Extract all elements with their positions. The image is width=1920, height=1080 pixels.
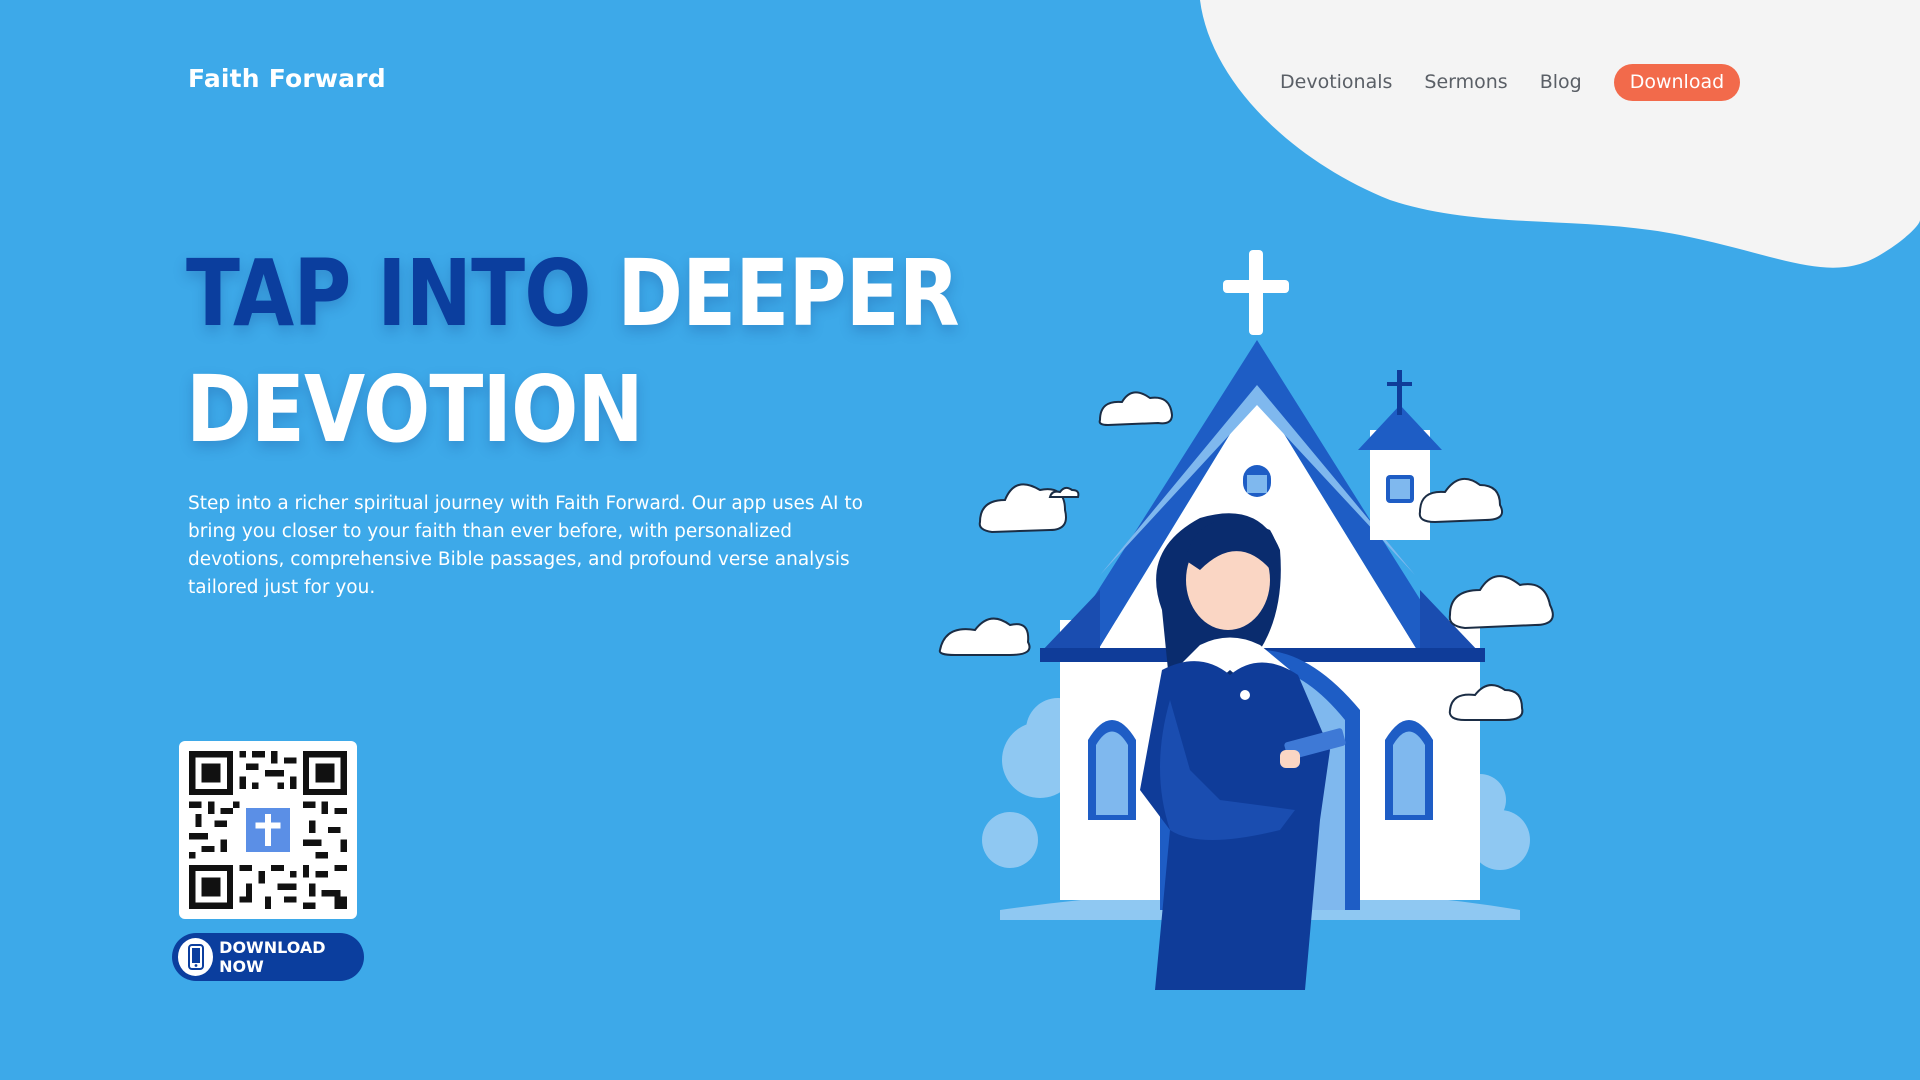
- nav-item-blog[interactable]: Blog: [1540, 71, 1582, 93]
- phone-icon: [178, 938, 214, 976]
- hero-title-highlight: TAP INTO: [186, 240, 591, 347]
- nav-download-button[interactable]: Download: [1613, 63, 1741, 101]
- download-now-button[interactable]: DOWNLOAD NOW: [172, 933, 364, 981]
- hero-title-line2: DEVOTION: [186, 356, 644, 463]
- qr-code-card[interactable]: [179, 741, 357, 919]
- hero-description: Step into a richer spiritual journey wit…: [188, 493, 863, 598]
- church-illustration: [938, 250, 1554, 990]
- download-now-label: DOWNLOAD NOW: [219, 938, 326, 976]
- hero-title: TAP INTO DEEPER DEVOTION: [186, 236, 960, 468]
- main-nav: Devotionals Sermons Blog Download: [1280, 63, 1741, 101]
- nav-item-devotionals[interactable]: Devotionals: [1280, 71, 1392, 93]
- qr-code-icon: [189, 751, 347, 909]
- brand-logo[interactable]: Faith Forward: [188, 64, 386, 93]
- nav-item-sermons[interactable]: Sermons: [1424, 71, 1507, 93]
